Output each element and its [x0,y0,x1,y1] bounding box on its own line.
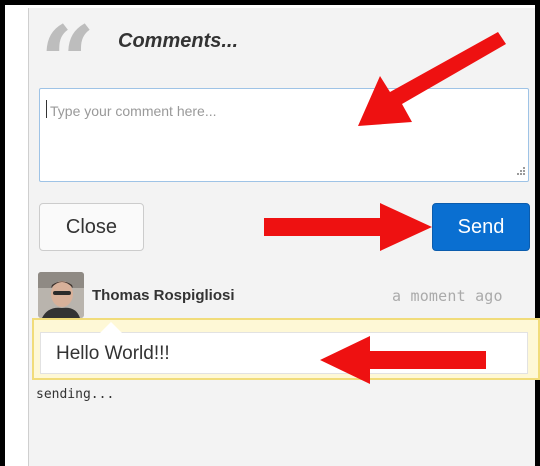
page-title: Comments... [118,30,239,52]
close-button[interactable]: Close [39,203,144,251]
resize-grip-icon[interactable] [512,164,526,178]
comment-author[interactable]: Thomas Rospigliosi [92,287,235,304]
annotation-arrow [358,32,506,126]
sending-status: sending... [36,387,115,402]
avatar [38,272,84,318]
text-caret [46,100,47,118]
bubble-pointer [100,322,122,333]
comment-timestamp: a moment ago [392,287,503,305]
comment-text: Hello World!!! [56,343,170,364]
annotation-arrow [264,203,432,251]
annotation-arrow [320,336,486,384]
frame-edge [535,0,540,466]
send-button[interactable]: Send [432,203,530,251]
